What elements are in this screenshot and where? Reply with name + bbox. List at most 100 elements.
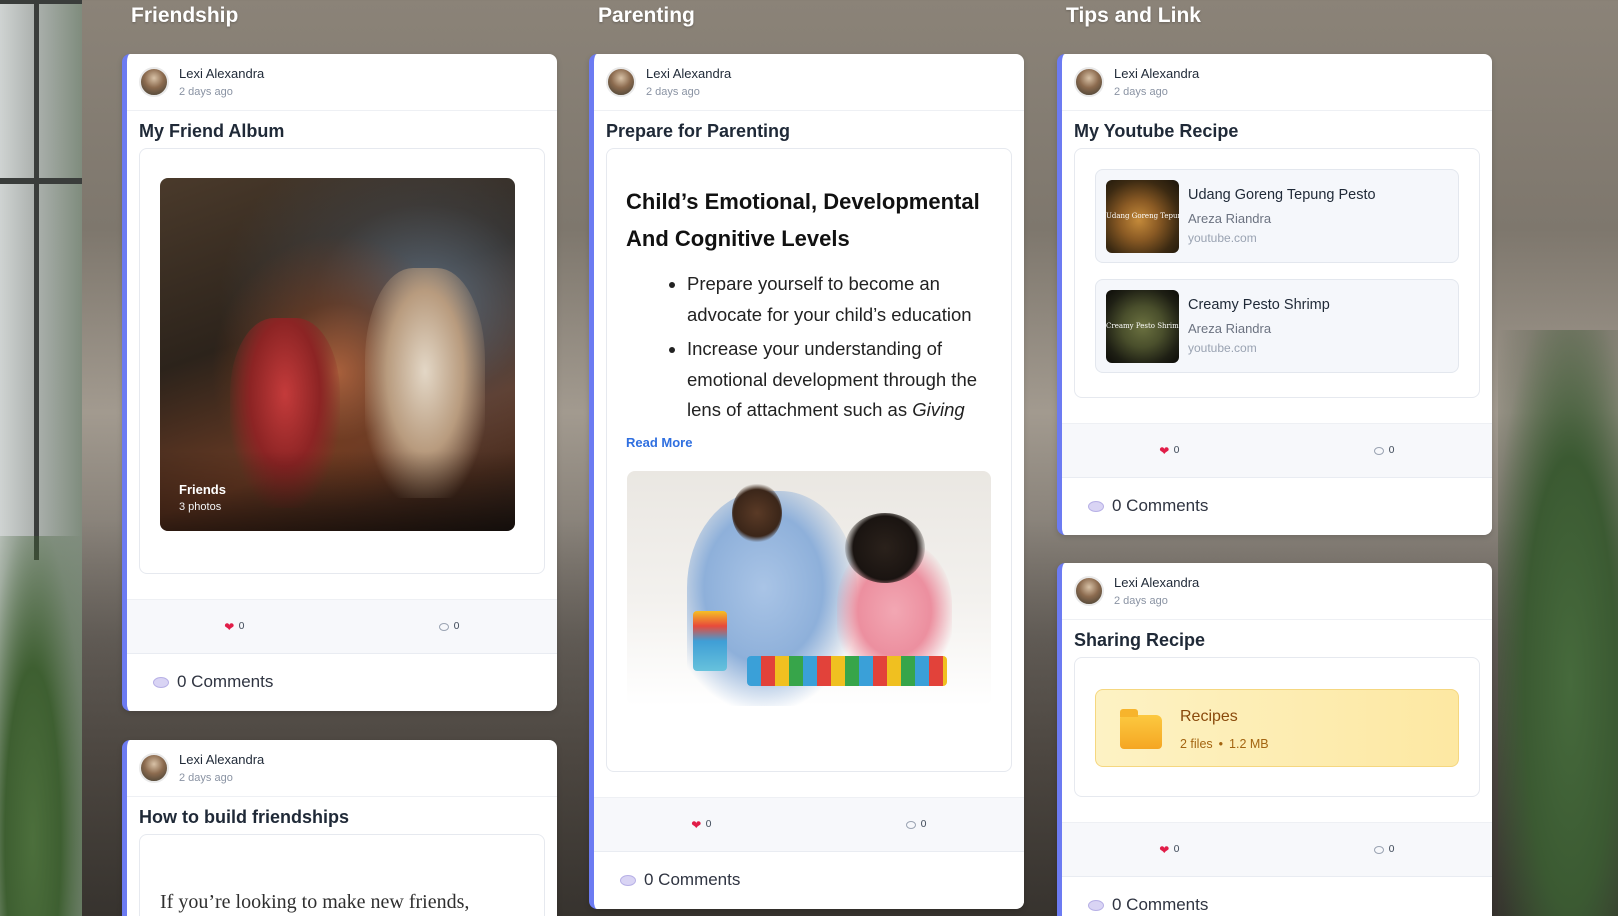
video-thumbnail: Udang Goreng Tepung Pesto <box>1106 180 1179 253</box>
author-name[interactable]: Lexi Alexandra <box>1114 66 1199 81</box>
post-time: 2 days ago <box>646 86 700 98</box>
post-excerpt: If you’re looking to make new friends, <box>160 891 470 913</box>
thumbnail-caption: Creamy Pesto Shrimp <box>1106 322 1179 330</box>
like-count: 0 <box>705 819 712 830</box>
video-channel: Areza Riandra <box>1188 211 1272 226</box>
reaction-bar: ❤ 0 0 <box>1062 423 1492 478</box>
comments-label: 0 Comments <box>1112 895 1209 914</box>
reply-count: 0 <box>1388 445 1395 456</box>
speech-bubble-icon <box>1374 446 1385 455</box>
post-header: Lexi Alexandra 2 days ago <box>594 54 1024 111</box>
post-title[interactable]: Sharing Recipe <box>1062 620 1492 657</box>
album-cover-photo[interactable]: Friends 3 photos <box>160 178 515 531</box>
reply-button[interactable]: 0 <box>439 621 460 632</box>
speech-bubble-icon <box>906 820 917 829</box>
video-title: Udang Goreng Tepung Pesto <box>1188 187 1376 203</box>
folder-name: Recipes <box>1180 708 1238 725</box>
avatar[interactable] <box>139 753 169 783</box>
excerpt-box: If you’re looking to make new friends, <box>139 834 545 916</box>
background-plant-left <box>0 536 82 916</box>
avatar[interactable] <box>1074 576 1104 606</box>
reply-button[interactable]: 0 <box>1374 844 1395 855</box>
reaction-bar: ❤ 0 0 <box>594 797 1024 852</box>
video-link-item[interactable]: Udang Goreng Tepung Pesto Udang Goreng T… <box>1095 169 1459 263</box>
avatar[interactable] <box>1074 67 1104 97</box>
comments-toggle[interactable]: 0 Comments <box>127 654 557 710</box>
like-count: 0 <box>1173 844 1180 855</box>
comments-label: 0 Comments <box>1112 496 1209 515</box>
comment-icon <box>1088 500 1104 512</box>
speech-bubble-icon <box>439 622 450 631</box>
comments-toggle[interactable]: 0 Comments <box>1062 478 1492 534</box>
reply-button[interactable]: 0 <box>1374 445 1395 456</box>
video-domain: youtube.com <box>1188 231 1257 245</box>
post-header: Lexi Alexandra 2 days ago <box>1062 563 1492 620</box>
post-header: Lexi Alexandra 2 days ago <box>127 54 557 111</box>
article-bullet: Prepare yourself to become an advocate f… <box>687 269 993 330</box>
comments-toggle[interactable]: 0 Comments <box>1062 877 1492 916</box>
thumbnail-caption: Udang Goreng Tepung Pesto <box>1106 212 1179 220</box>
post-card-youtube-recipe[interactable]: Lexi Alexandra 2 days ago My Youtube Rec… <box>1057 54 1492 535</box>
heart-icon: ❤ <box>691 817 702 832</box>
reply-count: 0 <box>1388 844 1395 855</box>
post-title[interactable]: How to build friendships <box>127 797 557 834</box>
comments-label: 0 Comments <box>177 672 274 691</box>
photo-object <box>693 611 727 671</box>
folder-item-recipes[interactable]: Recipes 2 files • 1.2 MB <box>1095 689 1459 767</box>
read-more-link[interactable]: Read More <box>626 435 692 450</box>
post-card-friend-album[interactable]: Lexi Alexandra 2 days ago My Friend Albu… <box>122 54 557 711</box>
heart-icon: ❤ <box>1159 443 1170 458</box>
like-count: 0 <box>238 621 245 632</box>
column-title-friendship: Friendship <box>131 4 239 27</box>
author-name[interactable]: Lexi Alexandra <box>179 66 264 81</box>
post-title[interactable]: Prepare for Parenting <box>594 111 1024 148</box>
post-time: 2 days ago <box>1114 86 1168 98</box>
comment-icon <box>1088 899 1104 911</box>
like-button[interactable]: ❤ 0 <box>224 621 244 633</box>
video-domain: youtube.com <box>1188 341 1257 355</box>
post-time: 2 days ago <box>1114 595 1168 607</box>
article-heading: Child’s Emotional, Developmental And Cog… <box>626 189 980 251</box>
article-bullet: Increase your understanding of emotional… <box>687 334 993 423</box>
post-header: Lexi Alexandra 2 days ago <box>1062 54 1492 111</box>
heart-icon: ❤ <box>224 619 235 634</box>
comment-icon <box>153 676 169 688</box>
comments-toggle[interactable]: 0 Comments <box>594 852 1024 908</box>
photo-figure <box>845 513 925 583</box>
column-title-tips: Tips and Link <box>1066 4 1201 27</box>
post-card-build-friendships[interactable]: Lexi Alexandra 2 days ago How to build f… <box>122 740 557 916</box>
heart-icon: ❤ <box>1159 842 1170 857</box>
post-title[interactable]: My Friend Album <box>127 111 557 148</box>
author-name[interactable]: Lexi Alexandra <box>646 66 731 81</box>
album-photo-count: 3 photos <box>179 501 222 513</box>
folder-meta: 2 files • 1.2 MB <box>1180 737 1269 751</box>
author-name[interactable]: Lexi Alexandra <box>1114 575 1199 590</box>
video-link-item[interactable]: Creamy Pesto Shrimp Creamy Pesto Shrimp … <box>1095 279 1459 373</box>
like-count: 0 <box>1173 445 1180 456</box>
album-name: Friends <box>179 482 226 497</box>
like-button[interactable]: ❤ 0 <box>1159 445 1179 457</box>
like-button[interactable]: ❤ 0 <box>691 819 711 831</box>
post-time: 2 days ago <box>179 772 233 784</box>
avatar[interactable] <box>606 67 636 97</box>
article-body: Prepare yourself to become an advocate f… <box>607 257 1011 423</box>
post-card-sharing-recipe[interactable]: Lexi Alexandra 2 days ago Sharing Recipe… <box>1057 563 1492 916</box>
post-title[interactable]: My Youtube Recipe <box>1062 111 1492 148</box>
video-channel: Areza Riandra <box>1188 321 1272 336</box>
folder-icon <box>1120 709 1162 749</box>
article-box: Child’s Emotional, Developmental And Cog… <box>606 148 1012 772</box>
speech-bubble-icon <box>1374 845 1385 854</box>
photo-figure <box>732 483 782 543</box>
like-button[interactable]: ❤ 0 <box>1159 844 1179 856</box>
background-plant-right <box>1498 330 1618 916</box>
reaction-bar: ❤ 0 0 <box>1062 822 1492 877</box>
author-name[interactable]: Lexi Alexandra <box>179 752 264 767</box>
reply-count: 0 <box>453 621 460 632</box>
column-title-parenting: Parenting <box>598 4 695 27</box>
post-time: 2 days ago <box>179 86 233 98</box>
article-photo[interactable] <box>627 471 991 706</box>
avatar[interactable] <box>139 67 169 97</box>
video-thumbnail: Creamy Pesto Shrimp <box>1106 290 1179 363</box>
reply-button[interactable]: 0 <box>906 819 927 830</box>
post-card-parenting[interactable]: Lexi Alexandra 2 days ago Prepare for Pa… <box>589 54 1024 909</box>
